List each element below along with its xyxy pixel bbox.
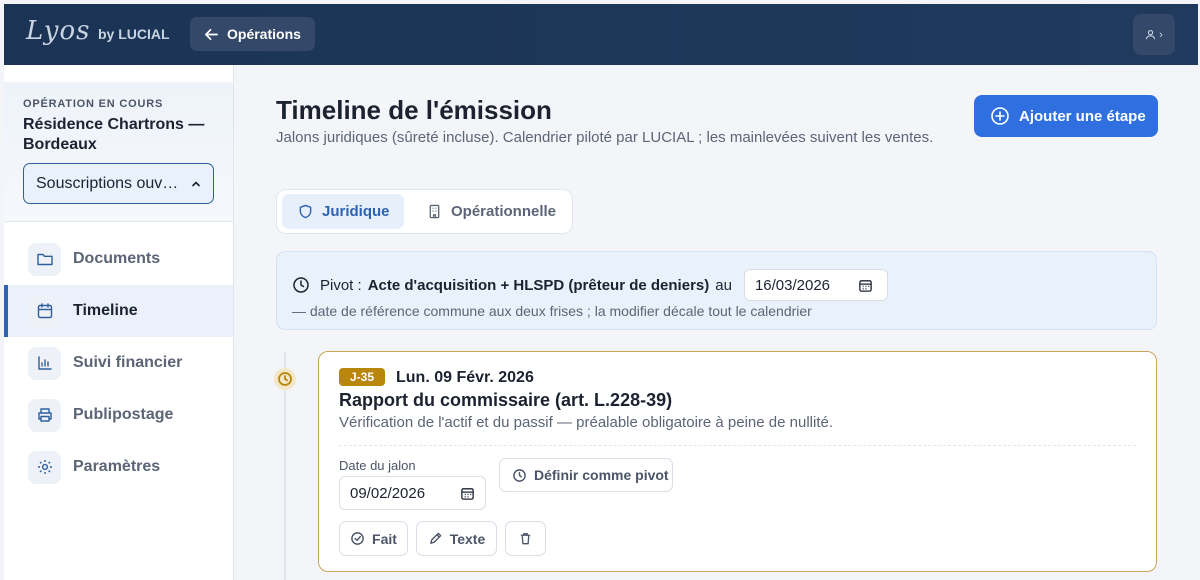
milestone-title: Rapport du commissaire (art. L.228-39)	[339, 390, 673, 410]
tab-juridique[interactable]: Juridique	[282, 194, 404, 229]
current-operation-name: Résidence Chartrons — Bordeaux	[23, 116, 205, 153]
page-title: Timeline de l'émission	[276, 95, 552, 125]
sidebar-item-label: Documents	[73, 250, 161, 267]
building-icon	[429, 204, 440, 219]
sidebar-item-parametres[interactable]: Paramètres	[4, 441, 233, 493]
chart-icon	[28, 346, 61, 380]
set-as-pivot-button[interactable]: Définir comme pivot	[499, 458, 673, 492]
pencil-icon	[429, 532, 442, 544]
milestone-date-field-label: Date du jalon	[339, 458, 416, 473]
current-operation-kicker: OPÉRATION EN COURS	[23, 98, 164, 110]
sidebar-item-label: Timeline	[73, 302, 138, 319]
chevron-up-icon	[192, 180, 200, 186]
tab-label: Juridique	[322, 203, 390, 220]
calendar-icon	[461, 487, 474, 500]
milestone-description: Vérification de l'actif et du passif — p…	[339, 414, 833, 431]
mark-done-label: Fait	[372, 530, 397, 547]
clock-icon	[278, 372, 292, 386]
operation-status-value: Souscriptions ouvertes	[36, 174, 186, 192]
timeline-marker	[274, 368, 296, 390]
user-icon	[1145, 30, 1156, 40]
milestone-card: J-35 Lun. 09 Févr. 2026 Rapport du commi…	[318, 351, 1157, 572]
brand-suffix: by LUCIAL	[98, 26, 170, 42]
calendar-icon	[28, 294, 61, 328]
folder-icon	[28, 242, 61, 276]
pivot-row: Pivot : Acte d'acquisition + HLSPD (prêt…	[292, 269, 888, 301]
pivot-name: Acte d'acquisition + HLSPD (prêteur de d…	[367, 276, 710, 294]
pivot-date-value: 16/03/2026	[754, 276, 831, 294]
top-bar: Lyos by LUCIAL Opérations ›	[4, 4, 1198, 65]
current-operation-panel: OPÉRATION EN COURS Résidence Chartrons —…	[4, 82, 233, 222]
edit-text-button[interactable]: Texte	[416, 521, 497, 556]
timeline-tabs: Juridique Opérationnelle	[276, 189, 573, 234]
sidebar-item-publipostage[interactable]: Publipostage	[4, 389, 233, 441]
tab-label: Opérationnelle	[451, 203, 557, 220]
add-step-label: Ajouter une étape	[1019, 107, 1146, 125]
pivot-at: au	[715, 276, 732, 294]
check-circle-icon	[351, 532, 364, 545]
sidebar-nav: Documents Timeline Suivi financier Publi…	[4, 233, 233, 493]
mark-done-button[interactable]: Fait	[339, 521, 408, 556]
pivot-date-input[interactable]: 16/03/2026	[743, 269, 888, 301]
chevron-right-icon: ›	[1159, 28, 1163, 41]
operation-status-select[interactable]: Souscriptions ouvertes	[23, 163, 214, 204]
sidebar: OPÉRATION EN COURS Résidence Chartrons —…	[4, 65, 234, 580]
pivot-note: — date de référence commune aux deux fri…	[292, 303, 812, 319]
sidebar-item-documents[interactable]: Documents	[4, 233, 233, 285]
tab-operationnelle[interactable]: Opérationnelle	[417, 194, 567, 229]
divider	[339, 445, 1136, 446]
page-subtitle: Jalons juridiques (sûreté incluse). Cale…	[276, 129, 934, 146]
sidebar-item-timeline[interactable]: Timeline	[4, 285, 233, 337]
set-as-pivot-label: Définir comme pivot	[534, 467, 669, 483]
app-frame: Lyos by LUCIAL Opérations › OPÉRATION EN…	[4, 4, 1198, 580]
sidebar-item-suivi-financier[interactable]: Suivi financier	[4, 337, 233, 389]
clock-icon	[293, 277, 309, 293]
back-button-label: Opérations	[227, 26, 301, 42]
printer-icon	[28, 398, 61, 432]
back-to-operations-button[interactable]: Opérations	[190, 17, 315, 51]
shield-icon	[299, 204, 312, 219]
milestone-date-label: Lun. 09 Févr. 2026	[396, 369, 534, 386]
pivot-panel: Pivot : Acte d'acquisition + HLSPD (prêt…	[276, 251, 1157, 330]
milestone-offset-badge: J-35	[339, 368, 385, 386]
arrow-left-icon	[205, 28, 218, 40]
clock-icon	[513, 468, 526, 482]
sidebar-item-label: Paramètres	[73, 458, 161, 475]
milestone-date-value: 09/02/2026	[350, 484, 426, 502]
user-menu-button[interactable]: ›	[1133, 14, 1175, 55]
add-step-button[interactable]: Ajouter une étape	[974, 95, 1158, 137]
sidebar-item-label: Publipostage	[73, 406, 174, 423]
pivot-prefix: Pivot :	[320, 276, 362, 294]
delete-button[interactable]	[505, 521, 546, 556]
plus-circle-icon	[991, 107, 1009, 125]
trash-icon	[520, 533, 531, 545]
gear-icon	[28, 450, 61, 484]
sidebar-item-label: Suivi financier	[73, 354, 183, 371]
edit-text-label: Texte	[449, 530, 486, 547]
milestone-date-input[interactable]: 09/02/2026	[339, 476, 486, 510]
calendar-icon	[859, 279, 872, 292]
logo: Lyos	[26, 16, 91, 46]
